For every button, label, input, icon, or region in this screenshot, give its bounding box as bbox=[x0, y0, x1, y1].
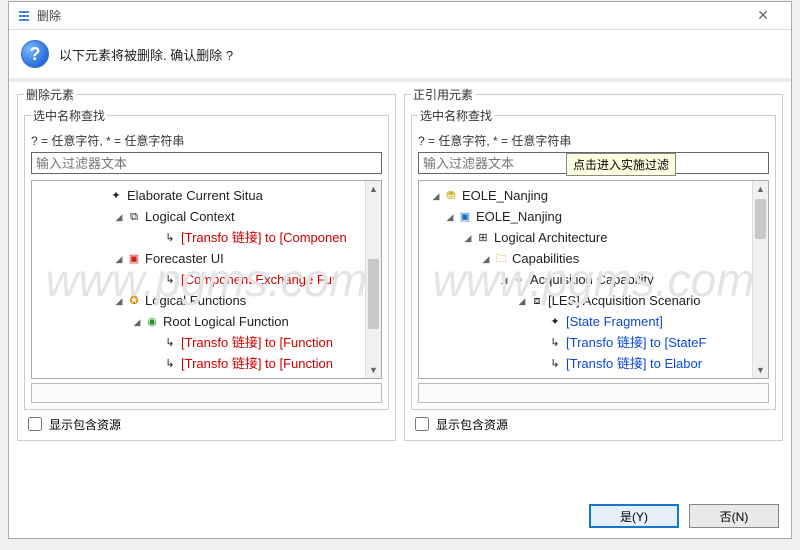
tree-item[interactable]: [Component Exchange Fur bbox=[181, 270, 336, 290]
tree-item[interactable]: Elaborate Current Situa bbox=[127, 186, 263, 206]
link-icon: ↳ bbox=[547, 335, 563, 351]
tree-item[interactable]: Logical Architecture bbox=[494, 228, 607, 248]
left-show-resources-checkbox[interactable] bbox=[28, 417, 42, 431]
diamond-icon: ✦ bbox=[547, 314, 563, 330]
yes-button[interactable]: 是(Y) bbox=[589, 504, 679, 528]
twisty-icon[interactable]: ◢ bbox=[112, 207, 126, 227]
left-search-group: 选中名称查找 ? = 任意字符, * = 任意字符串 www.pgms.com … bbox=[24, 107, 389, 410]
tree-item[interactable]: Acquisition Capability bbox=[530, 270, 654, 290]
left-show-resources[interactable]: 显示包含资源 bbox=[24, 414, 389, 434]
twisty-icon[interactable]: ◢ bbox=[479, 249, 493, 269]
left-group-label: 删除元素 bbox=[24, 86, 76, 103]
twisty-icon[interactable]: ◢ bbox=[515, 291, 529, 311]
twisty-icon[interactable]: ◢ bbox=[112, 291, 126, 311]
diamond-icon: ✦ bbox=[108, 188, 124, 204]
tree-item[interactable]: [Transfo 链接] to [StateF bbox=[566, 333, 706, 353]
right-search-group: 选中名称查找 ? = 任意字符, * = 任意字符串 点击进入实施过滤 www.… bbox=[411, 107, 776, 410]
tree-item[interactable]: EOLE_Nanjing bbox=[476, 207, 562, 227]
link-icon: ↳ bbox=[162, 335, 178, 351]
delete-dialog: 删除 ✕ ? 以下元素将被删除. 确认删除 ? 删除元素 选中名称查找 ? = … bbox=[8, 1, 792, 539]
tree-item[interactable]: Logical Functions bbox=[145, 291, 246, 311]
left-search-label: 选中名称查找 bbox=[31, 107, 107, 124]
dialog-title: 删除 bbox=[37, 7, 61, 24]
twisty-icon[interactable]: ◢ bbox=[497, 270, 511, 290]
tree-item[interactable]: EOLE_Nanjing bbox=[462, 186, 548, 206]
titlebar: 删除 ✕ bbox=[9, 2, 791, 30]
button-row: 是(Y) 否(N) bbox=[9, 496, 791, 538]
question-icon: ? bbox=[21, 40, 49, 68]
tree-item[interactable]: Logical Context bbox=[145, 207, 235, 227]
left-group: 删除元素 选中名称查找 ? = 任意字符, * = 任意字符串 www.pgms… bbox=[17, 86, 396, 441]
filter-tooltip: 点击进入实施过滤 bbox=[566, 153, 676, 176]
tree-item[interactable]: [Transfo 链接] to [Function bbox=[181, 333, 333, 353]
right-show-resources[interactable]: 显示包含资源 bbox=[411, 414, 776, 434]
no-button[interactable]: 否(N) bbox=[689, 504, 779, 528]
scenario-icon: ⧈ bbox=[529, 293, 545, 309]
functions-icon: ✪ bbox=[126, 293, 142, 309]
twisty-icon[interactable]: ◢ bbox=[429, 186, 443, 206]
left-scrollbar[interactable]: ▲ ▼ bbox=[365, 181, 381, 378]
link-icon: ↳ bbox=[162, 230, 178, 246]
tree-item[interactable]: [Transfo 链接] to [Componen bbox=[181, 228, 347, 248]
left-tree[interactable]: www.pgms.com ✦Elaborate Current Situa ◢⧉… bbox=[31, 180, 382, 379]
model-icon: ▣ bbox=[457, 209, 473, 225]
tree-item[interactable]: [Transfo 链接] to Elabor bbox=[566, 354, 702, 374]
arch-icon: ⊞ bbox=[475, 230, 491, 246]
left-pane: 删除元素 选中名称查找 ? = 任意字符, * = 任意字符串 www.pgms… bbox=[17, 86, 396, 494]
right-checkbox-label: 显示包含资源 bbox=[436, 416, 508, 433]
folder-icon: 🗀 bbox=[493, 251, 509, 267]
ui-icon: ▣ bbox=[126, 251, 142, 267]
prompt-text: 以下元素将被删除. 确认删除 ? bbox=[59, 45, 233, 64]
tree-item[interactable]: Root Logical Function bbox=[163, 312, 289, 332]
tree-item[interactable]: [LES] Acquisition Scenario bbox=[548, 291, 700, 311]
right-scrollbar[interactable]: ▲ ▼ bbox=[752, 181, 768, 378]
left-checkbox-label: 显示包含资源 bbox=[49, 416, 121, 433]
app-icon bbox=[17, 9, 31, 23]
capability-icon: ○ bbox=[511, 272, 527, 288]
right-search-label: 选中名称查找 bbox=[418, 107, 494, 124]
link-icon: ↳ bbox=[162, 356, 178, 372]
right-pane: 正引用元素 选中名称查找 ? = 任意字符, * = 任意字符串 点击进入实施过… bbox=[404, 86, 783, 494]
right-tree[interactable]: www.pgms.com ◢⛃EOLE_Nanjing ◢▣EOLE_Nanji… bbox=[418, 180, 769, 379]
right-group-label: 正引用元素 bbox=[411, 86, 475, 103]
main-area: 删除元素 选中名称查找 ? = 任意字符, * = 任意字符串 www.pgms… bbox=[9, 82, 791, 496]
left-filter-input[interactable] bbox=[31, 152, 382, 174]
tree-item[interactable]: Forecaster UI bbox=[145, 249, 224, 269]
tree-item[interactable]: [State Fragment] bbox=[566, 312, 663, 332]
twisty-icon[interactable]: ◢ bbox=[461, 228, 475, 248]
function-icon: ◉ bbox=[144, 314, 160, 330]
twisty-icon[interactable]: ◢ bbox=[443, 207, 457, 227]
right-status bbox=[418, 383, 769, 403]
prompt-row: ? 以下元素将被删除. 确认删除 ? bbox=[9, 30, 791, 82]
link-icon: ↳ bbox=[547, 356, 563, 372]
twisty-icon[interactable]: ◢ bbox=[130, 312, 144, 332]
right-show-resources-checkbox[interactable] bbox=[415, 417, 429, 431]
left-status bbox=[31, 383, 382, 403]
right-group: 正引用元素 选中名称查找 ? = 任意字符, * = 任意字符串 点击进入实施过… bbox=[404, 86, 783, 441]
link-icon: ↳ bbox=[162, 272, 178, 288]
left-hint: ? = 任意字符, * = 任意字符串 bbox=[31, 132, 184, 149]
tree-item[interactable]: [Transfo 链接] to [Function bbox=[181, 354, 333, 374]
tree-item[interactable]: Capabilities bbox=[512, 249, 579, 269]
project-icon: ⛃ bbox=[443, 188, 459, 204]
right-hint: ? = 任意字符, * = 任意字符串 bbox=[418, 132, 571, 149]
close-button[interactable]: ✕ bbox=[743, 3, 783, 29]
twisty-icon[interactable]: ◢ bbox=[112, 249, 126, 269]
context-icon: ⧉ bbox=[126, 209, 142, 225]
